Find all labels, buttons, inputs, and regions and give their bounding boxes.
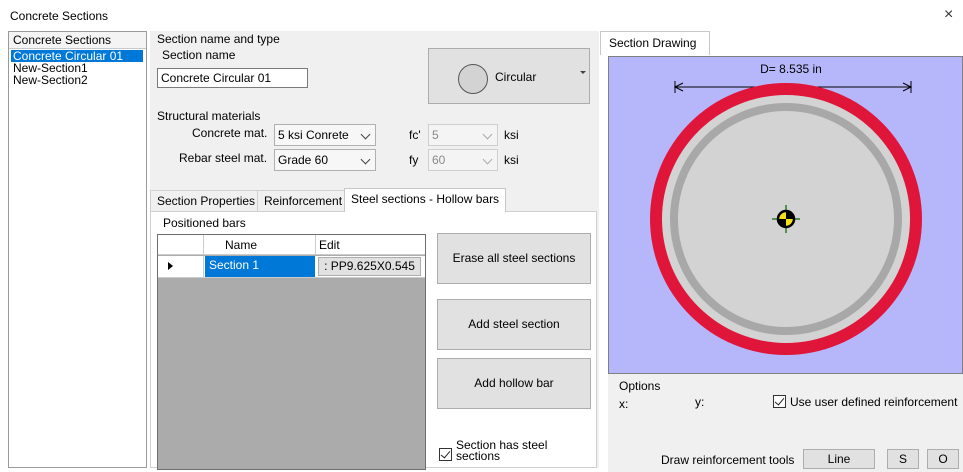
positioned-bars-grid: Name Edit Section 1 : PP9.625X0.545 <box>157 234 426 470</box>
chevron-down-icon <box>482 129 493 140</box>
section-name-label: Section name <box>162 48 236 62</box>
column-header-name: Name <box>225 238 258 252</box>
add-steel-section-button[interactable]: Add steel section <box>437 299 591 350</box>
row-header[interactable] <box>158 256 204 277</box>
line-tool-button[interactable]: Line <box>803 449 875 469</box>
chevron-down-icon <box>482 154 493 165</box>
sections-list: Concrete Circular 01 New-Section1 New-Se… <box>11 50 143 86</box>
checkbox-icon <box>439 448 452 462</box>
section-name-type-group-label: Section name and type <box>157 32 280 46</box>
rebar-material-label: Rebar steel mat. <box>179 151 268 165</box>
section-drawing-canvas: D= 8.535 in <box>608 56 963 374</box>
fy-label: fy <box>409 153 419 167</box>
options-group-label: Options <box>619 379 661 393</box>
table-row[interactable]: Section 1 : PP9.625X0.545 <box>158 256 425 278</box>
s-tool-button[interactable]: S <box>887 449 919 469</box>
draw-tools-label: Draw reinforcement tools <box>661 453 795 467</box>
edit-section-button[interactable]: : PP9.625X0.545 <box>318 257 421 276</box>
chevron-down-icon <box>580 71 586 74</box>
x-coordinate-label: x: <box>619 397 629 411</box>
o-tool-button[interactable]: O <box>927 449 959 469</box>
column-header-edit: Edit <box>319 238 340 252</box>
rebar-material-select[interactable]: Grade 60 <box>274 149 376 171</box>
chevron-down-icon <box>360 129 371 140</box>
row-pointer-icon <box>168 262 173 270</box>
tab-section-drawing[interactable]: Section Drawing <box>600 31 710 55</box>
y-coordinate-label: y: <box>695 395 705 409</box>
fy-value: 60 <box>432 153 446 167</box>
tab-section-properties[interactable]: Section Properties <box>150 190 263 212</box>
positioned-bars-label: Positioned bars <box>163 216 246 230</box>
title-bar: Concrete Sections × <box>0 0 963 30</box>
use-user-defined-checkbox[interactable] <box>773 394 786 409</box>
grid-header-corner <box>158 235 204 255</box>
fc-unit: ksi <box>504 128 519 142</box>
has-steel-label: Section has steel sections <box>456 438 548 463</box>
fy-unit: ksi <box>504 153 519 167</box>
section-name-input[interactable]: Concrete Circular 01 <box>157 68 308 88</box>
circle-shape-icon <box>458 64 488 94</box>
concrete-material-select[interactable]: 5 ksi Conrete <box>274 124 376 146</box>
use-user-defined-label: Use user defined reinforcement <box>790 395 958 409</box>
checkbox-icon <box>773 395 786 409</box>
close-icon[interactable]: × <box>944 6 953 24</box>
chevron-down-icon <box>360 154 371 165</box>
rebar-material-value: Grade 60 <box>278 153 329 167</box>
concrete-material-label: Concrete mat. <box>192 126 268 140</box>
has-steel-checkbox[interactable] <box>439 447 452 462</box>
grid-header: Name Edit <box>158 235 425 255</box>
section-type-button[interactable]: Circular <box>428 48 590 104</box>
fy-select[interactable]: 60 <box>428 149 498 171</box>
sections-list-header: Concrete Sections <box>9 32 146 49</box>
add-hollow-bar-button[interactable]: Add hollow bar <box>437 358 591 409</box>
dimension-label: D= 8.535 in <box>760 62 822 76</box>
fc-value: 5 <box>432 128 439 142</box>
tab-reinforcement[interactable]: Reinforcement <box>257 190 350 212</box>
grid-cell-name[interactable]: Section 1 <box>205 256 315 277</box>
concrete-material-value: 5 ksi Conrete <box>278 128 349 142</box>
tab-steel-sections[interactable]: Steel sections - Hollow bars <box>344 188 507 212</box>
section-type-label: Circular <box>495 70 537 84</box>
materials-group-label: Structural materials <box>157 109 261 123</box>
erase-all-steel-sections-button[interactable]: Erase all steel sections <box>437 233 591 284</box>
window-title: Concrete Sections <box>10 9 109 23</box>
fc-label: fc' <box>409 128 421 142</box>
sections-list-panel: Concrete Sections Concrete Circular 01 N… <box>8 31 147 468</box>
fc-select[interactable]: 5 <box>428 124 498 146</box>
list-item[interactable]: New-Section2 <box>11 74 143 86</box>
section-drawing-svg: D= 8.535 in <box>650 62 922 355</box>
